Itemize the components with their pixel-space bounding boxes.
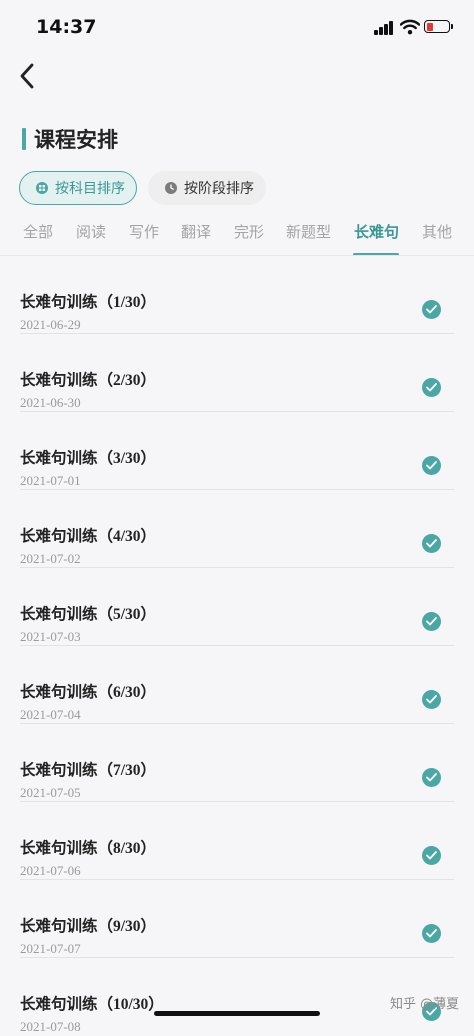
- lesson-title: 长难句训练（10/30）: [20, 996, 164, 1013]
- back-button[interactable]: [12, 58, 42, 94]
- lesson-title: 长难句训练（8/30）: [20, 840, 157, 857]
- lesson-date: 2021-07-06: [20, 863, 81, 878]
- tab-cloze[interactable]: 完形: [234, 221, 264, 242]
- sort-by-stage-label: 按阶段排序: [184, 181, 254, 197]
- sort-by-subject-label: 按科目排序: [55, 181, 125, 197]
- battery-tip: [451, 24, 453, 29]
- page-title: 课程安排: [34, 128, 118, 152]
- signal-icon: [374, 21, 394, 35]
- wifi-icon: [400, 19, 420, 35]
- lesson-date: 2021-07-04: [20, 707, 81, 722]
- clock-icon: [165, 182, 177, 194]
- list-item[interactable]: 长难句训练（5/30） 2021-07-03: [0, 568, 474, 646]
- lesson-date: 2021-07-01: [20, 473, 81, 488]
- tab-other[interactable]: 其他: [422, 221, 452, 242]
- lesson-title: 长难句训练（2/30）: [20, 372, 157, 389]
- watermark-text: 知乎 @薄夏: [390, 997, 460, 1012]
- lesson-date: 2021-06-29: [20, 317, 81, 332]
- title-accent-bar: [22, 128, 26, 150]
- lesson-date: 2021-07-05: [20, 785, 81, 800]
- check-circle-icon: [422, 534, 441, 553]
- list-item[interactable]: 长难句训练（3/30） 2021-07-01: [0, 412, 474, 490]
- sort-by-subject-button[interactable]: 按科目排序: [19, 171, 137, 205]
- lesson-date: 2021-07-07: [20, 941, 81, 956]
- list-item[interactable]: 长难句训练（4/30） 2021-07-02: [0, 490, 474, 568]
- lesson-date: 2021-07-03: [20, 629, 81, 644]
- lesson-date: 2021-06-30: [20, 395, 81, 410]
- check-circle-icon: [422, 612, 441, 631]
- lesson-date: 2021-07-02: [20, 551, 81, 566]
- grid-icon: [36, 182, 48, 194]
- list-item[interactable]: 长难句训练（8/30） 2021-07-06: [0, 802, 474, 880]
- check-circle-icon: [422, 456, 441, 475]
- lesson-list: 长难句训练（1/30） 2021-06-29 长难句训练（2/30） 2021-…: [0, 256, 474, 1036]
- lesson-title: 长难句训练（4/30）: [20, 528, 157, 545]
- check-circle-icon: [422, 300, 441, 319]
- tab-reading[interactable]: 阅读: [76, 221, 106, 242]
- category-tabs: 全部 阅读 写作 翻译 完形 新题型 长难句 其他: [0, 215, 474, 256]
- list-item[interactable]: 长难句训练（6/30） 2021-07-04: [0, 646, 474, 724]
- check-circle-icon: [422, 924, 441, 943]
- status-bar: 14:37: [0, 0, 474, 56]
- list-item[interactable]: 长难句训练（1/30） 2021-06-29: [0, 256, 474, 334]
- lesson-date: 2021-07-08: [20, 1019, 81, 1034]
- list-item[interactable]: 长难句训练（9/30） 2021-07-07: [0, 880, 474, 958]
- lesson-title: 长难句训练（3/30）: [20, 450, 157, 467]
- check-circle-icon: [422, 378, 441, 397]
- chevron-left-icon: [20, 63, 34, 89]
- sort-by-stage-button[interactable]: 按阶段排序: [148, 171, 266, 205]
- list-item[interactable]: 长难句训练（2/30） 2021-06-30: [0, 334, 474, 412]
- page-title-block: 课程安排: [22, 124, 118, 154]
- status-time: 14:37: [36, 16, 97, 38]
- list-item[interactable]: 长难句训练（7/30） 2021-07-05: [0, 724, 474, 802]
- check-circle-icon: [422, 768, 441, 787]
- lesson-title: 长难句训练（1/30）: [20, 294, 157, 311]
- tab-all[interactable]: 全部: [23, 221, 53, 242]
- tab-translation[interactable]: 翻译: [181, 221, 211, 242]
- tab-long-sentences[interactable]: 长难句: [354, 221, 399, 242]
- lesson-title: 长难句训练（6/30）: [20, 684, 157, 701]
- battery-level: [426, 22, 433, 31]
- tab-writing[interactable]: 写作: [129, 221, 159, 242]
- check-circle-icon: [422, 846, 441, 865]
- check-circle-icon: [422, 690, 441, 709]
- battery-icon: [424, 20, 450, 33]
- lesson-title: 长难句训练（7/30）: [20, 762, 157, 779]
- lesson-title: 长难句训练（5/30）: [20, 606, 157, 623]
- home-indicator[interactable]: [154, 1011, 320, 1016]
- lesson-title: 长难句训练（9/30）: [20, 918, 157, 935]
- tab-new-question-type[interactable]: 新题型: [286, 221, 331, 242]
